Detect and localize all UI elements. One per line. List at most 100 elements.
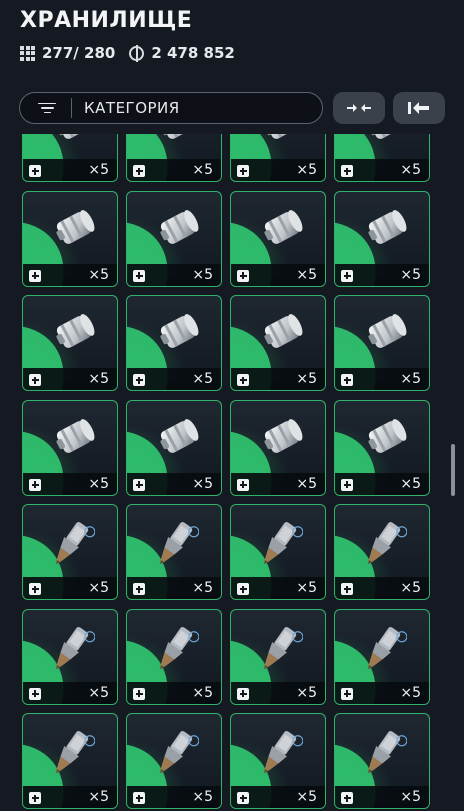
collapse-left-icon bbox=[408, 102, 429, 114]
inventory-slot[interactable]: ×5 bbox=[126, 190, 222, 287]
canister-item-icon bbox=[368, 314, 407, 348]
category-label: КАТЕГОРИЯ bbox=[84, 99, 180, 117]
capacity-stat: 277/ 280 bbox=[20, 44, 115, 62]
arrows-in-icon bbox=[347, 104, 371, 112]
inventory-slot[interactable]: ×5 bbox=[334, 713, 430, 809]
add-icon[interactable] bbox=[29, 792, 41, 804]
page-title: ХРАНИЛИЩЕ bbox=[20, 8, 193, 33]
canister-item-icon bbox=[56, 418, 95, 453]
quantity-label: ×5 bbox=[400, 580, 421, 596]
inventory-slot[interactable]: ×5 bbox=[334, 399, 430, 496]
quantity-label: ×5 bbox=[296, 266, 317, 283]
inventory-slot[interactable]: ×5 bbox=[126, 295, 222, 391]
add-icon[interactable] bbox=[29, 687, 41, 700]
filter-icon bbox=[37, 102, 57, 114]
inventory-slot[interactable]: ×5 bbox=[126, 608, 222, 705]
add-icon[interactable] bbox=[237, 478, 249, 491]
coin-icon bbox=[129, 44, 145, 62]
quantity-label: ×5 bbox=[88, 684, 109, 701]
quantity-label: ×5 bbox=[296, 162, 317, 178]
quantity-label: ×5 bbox=[400, 789, 421, 805]
inventory-slot[interactable]: ×5 bbox=[22, 399, 118, 496]
header: ХРАНИЛИЩЕ bbox=[20, 8, 192, 33]
inventory-slot[interactable]: ×5 bbox=[230, 504, 326, 600]
inventory-slot[interactable]: ×5 bbox=[126, 713, 222, 809]
add-icon[interactable] bbox=[29, 478, 41, 491]
add-icon[interactable] bbox=[341, 583, 353, 595]
canister-item-icon bbox=[368, 418, 407, 453]
canister-item-icon bbox=[160, 418, 199, 453]
add-icon[interactable] bbox=[341, 269, 353, 282]
add-icon[interactable] bbox=[237, 374, 249, 386]
inventory-slot[interactable]: ×5 bbox=[230, 190, 326, 287]
inventory-slot[interactable]: ×5 bbox=[22, 713, 118, 809]
quantity-label: ×5 bbox=[192, 162, 213, 178]
injector-item-icon bbox=[160, 626, 199, 669]
injector-item-icon bbox=[56, 731, 95, 774]
add-icon[interactable] bbox=[133, 687, 145, 700]
quantity-label: ×5 bbox=[88, 371, 109, 387]
scrollbar[interactable] bbox=[451, 444, 455, 496]
canister-item-icon bbox=[264, 314, 303, 348]
currency-value: 2 478 852 bbox=[151, 44, 235, 62]
add-icon[interactable] bbox=[237, 687, 249, 700]
injector-item-icon bbox=[56, 626, 95, 669]
quantity-label: ×5 bbox=[400, 684, 421, 701]
add-icon[interactable] bbox=[133, 583, 145, 595]
add-icon[interactable] bbox=[341, 792, 353, 804]
quantity-label: ×5 bbox=[192, 475, 213, 492]
quantity-label: ×5 bbox=[296, 475, 317, 492]
quantity-label: ×5 bbox=[296, 789, 317, 805]
injector-item-icon bbox=[368, 731, 407, 774]
inventory-slot[interactable]: ×5 bbox=[22, 608, 118, 705]
add-icon[interactable] bbox=[237, 269, 249, 282]
canister-item-icon bbox=[56, 209, 95, 244]
inventory-slot[interactable]: ×5 bbox=[230, 608, 326, 705]
inventory-slot[interactable]: ×5 bbox=[230, 295, 326, 391]
quantity-label: ×5 bbox=[400, 475, 421, 492]
sort-left-button[interactable] bbox=[393, 92, 445, 124]
add-icon[interactable] bbox=[341, 374, 353, 386]
add-icon[interactable] bbox=[133, 478, 145, 491]
inventory-slot[interactable]: ×5 bbox=[126, 504, 222, 600]
inventory-slot[interactable]: ×5 bbox=[230, 399, 326, 496]
quantity-label: ×5 bbox=[296, 580, 317, 596]
add-icon[interactable] bbox=[29, 269, 41, 282]
inventory-slot[interactable]: ×5 bbox=[334, 295, 430, 391]
injector-item-icon bbox=[368, 522, 407, 565]
canister-item-icon bbox=[264, 418, 303, 453]
category-filter[interactable]: КАТЕГОРИЯ bbox=[19, 92, 323, 124]
inventory-slot[interactable]: ×5 bbox=[22, 190, 118, 287]
add-icon[interactable] bbox=[29, 165, 41, 177]
canister-item-icon bbox=[56, 314, 95, 348]
quantity-label: ×5 bbox=[400, 371, 421, 387]
add-icon[interactable] bbox=[133, 374, 145, 386]
currency-stat: 2 478 852 bbox=[129, 44, 235, 62]
inventory-slot[interactable]: ×5 bbox=[22, 504, 118, 600]
add-icon[interactable] bbox=[29, 374, 41, 386]
inventory-slot[interactable]: ×5 bbox=[334, 608, 430, 705]
inventory-slot[interactable]: ×5 bbox=[22, 295, 118, 391]
capacity-value: 277/ 280 bbox=[42, 44, 116, 62]
injector-item-icon bbox=[264, 731, 303, 774]
inventory-slot[interactable]: ×5 bbox=[334, 190, 430, 287]
compact-button[interactable] bbox=[333, 92, 385, 124]
divider bbox=[71, 98, 72, 118]
add-icon[interactable] bbox=[341, 165, 353, 177]
add-icon[interactable] bbox=[237, 792, 249, 804]
injector-item-icon bbox=[56, 522, 95, 565]
add-icon[interactable] bbox=[133, 792, 145, 804]
add-icon[interactable] bbox=[237, 165, 249, 177]
canister-item-icon bbox=[264, 209, 303, 244]
add-icon[interactable] bbox=[341, 478, 353, 491]
add-icon[interactable] bbox=[237, 583, 249, 595]
inventory-slot[interactable]: ×5 bbox=[230, 713, 326, 809]
add-icon[interactable] bbox=[341, 687, 353, 700]
add-icon[interactable] bbox=[133, 165, 145, 177]
inventory-slot[interactable]: ×5 bbox=[126, 399, 222, 496]
inventory-slot[interactable]: ×5 bbox=[334, 504, 430, 600]
add-icon[interactable] bbox=[29, 583, 41, 595]
injector-item-icon bbox=[160, 522, 199, 565]
quantity-label: ×5 bbox=[88, 266, 109, 283]
add-icon[interactable] bbox=[133, 269, 145, 282]
